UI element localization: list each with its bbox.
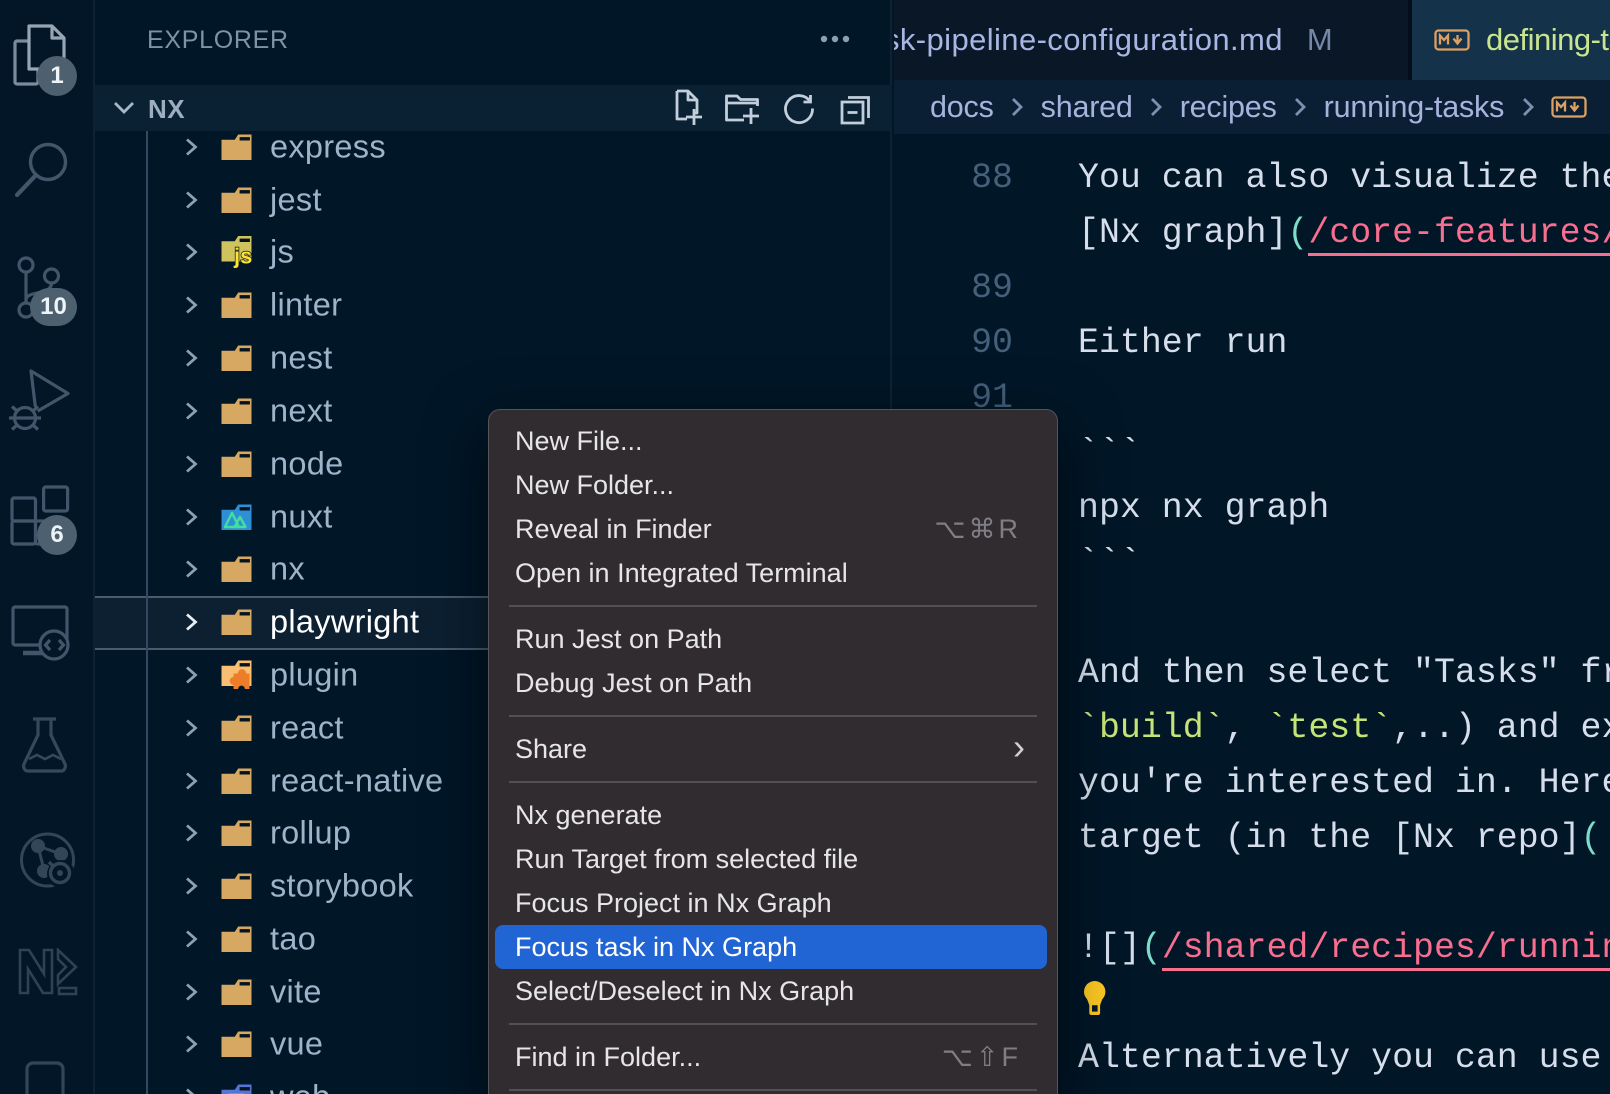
svg-text:js: js xyxy=(233,244,252,269)
